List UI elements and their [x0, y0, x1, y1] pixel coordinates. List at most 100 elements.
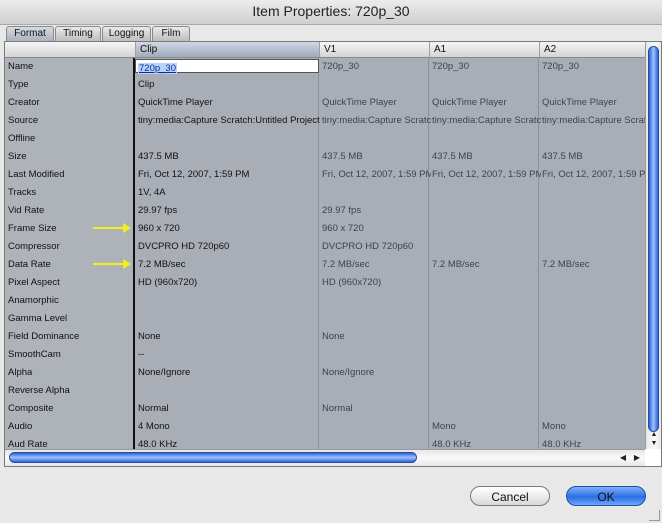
a2-cell[interactable]	[539, 310, 648, 328]
clip-cell[interactable]: 720p_30	[135, 58, 321, 76]
v1-cell[interactable]: QuickTime Player	[319, 94, 431, 112]
a2-cell[interactable]	[539, 400, 648, 418]
v1-cell[interactable]: None/Ignore	[319, 364, 431, 382]
a2-cell[interactable]	[539, 202, 648, 220]
v1-cell[interactable]: 720p_30	[319, 58, 431, 76]
v1-cell[interactable]: None	[319, 328, 431, 346]
horizontal-scrollbar[interactable]: ◀ ▶	[5, 449, 645, 466]
v1-cell[interactable]	[319, 184, 431, 202]
v1-cell[interactable]	[319, 130, 431, 148]
v1-cell[interactable]: DVCPRO HD 720p60	[319, 238, 431, 256]
a2-cell[interactable]	[539, 382, 648, 400]
v1-cell[interactable]: 960 x 720	[319, 220, 431, 238]
v1-cell[interactable]	[319, 382, 431, 400]
header-a2[interactable]: A2	[539, 42, 645, 57]
a1-cell[interactable]	[429, 310, 541, 328]
clip-cell[interactable]: 29.97 fps	[135, 202, 321, 220]
v1-cell[interactable]: HD (960x720)	[319, 274, 431, 292]
a2-cell[interactable]	[539, 184, 648, 202]
a1-cell[interactable]: 720p_30	[429, 58, 541, 76]
name-edit-field[interactable]: 720p_30	[135, 59, 319, 74]
a2-cell[interactable]	[539, 346, 648, 364]
v1-cell[interactable]	[319, 76, 431, 94]
v1-cell[interactable]: 29.97 fps	[319, 202, 431, 220]
clip-cell[interactable]: Normal	[135, 400, 321, 418]
a2-cell[interactable]	[539, 130, 648, 148]
scroll-up-arrow-icon[interactable]: ▲	[646, 430, 661, 439]
clip-cell[interactable]: 960 x 720	[135, 220, 321, 238]
a2-cell[interactable]: 720p_30	[539, 58, 648, 76]
a1-cell[interactable]	[429, 382, 541, 400]
tab-logging[interactable]: Logging	[102, 26, 151, 41]
clip-cell[interactable]	[135, 130, 321, 148]
v1-cell[interactable]	[319, 346, 431, 364]
ok-button[interactable]: OK	[566, 486, 646, 506]
v1-cell[interactable]: Normal	[319, 400, 431, 418]
a2-cell[interactable]: Fri, Oct 12, 2007, 1:59 PM	[539, 166, 648, 184]
a2-cell[interactable]	[539, 76, 648, 94]
a1-cell[interactable]: 437.5 MB	[429, 148, 541, 166]
cancel-button[interactable]: Cancel	[470, 486, 550, 506]
a1-cell[interactable]	[429, 274, 541, 292]
scroll-down-arrow-icon[interactable]: ▼	[646, 439, 661, 448]
a1-cell[interactable]	[429, 238, 541, 256]
v1-cell[interactable]	[319, 418, 431, 436]
a2-cell[interactable]	[539, 292, 648, 310]
clip-cell[interactable]: None/Ignore	[135, 364, 321, 382]
clip-cell[interactable]: DVCPRO HD 720p60	[135, 238, 321, 256]
a1-cell[interactable]: QuickTime Player	[429, 94, 541, 112]
tab-timing[interactable]: Timing	[55, 26, 101, 41]
a2-cell[interactable]: 7.2 MB/sec	[539, 256, 648, 274]
a2-cell[interactable]: tiny:media:Capture Scratch:Untitled Proj…	[539, 112, 648, 130]
a1-cell[interactable]	[429, 202, 541, 220]
clip-cell[interactable]: tiny:media:Capture Scratch:Untitled Proj…	[135, 112, 321, 130]
clip-cell[interactable]: HD (960x720)	[135, 274, 321, 292]
vertical-scrollbar[interactable]: ▲ ▼	[645, 42, 661, 449]
a2-cell[interactable]	[539, 328, 648, 346]
a1-cell[interactable]	[429, 400, 541, 418]
v1-cell[interactable]: tiny:media:Capture Scratch:Untitled Proj…	[319, 112, 431, 130]
a2-cell[interactable]	[539, 364, 648, 382]
a1-cell[interactable]	[429, 130, 541, 148]
header-a1[interactable]: A1	[429, 42, 539, 57]
a2-cell[interactable]	[539, 238, 648, 256]
clip-cell[interactable]: Clip	[135, 76, 321, 94]
clip-cell[interactable]: Fri, Oct 12, 2007, 1:59 PM	[135, 166, 321, 184]
scroll-left-arrow-icon[interactable]: ◀	[617, 450, 629, 466]
scroll-right-arrow-icon[interactable]: ▶	[631, 450, 643, 466]
v1-cell[interactable]: 7.2 MB/sec	[319, 256, 431, 274]
resize-grip-icon[interactable]	[649, 510, 660, 521]
v1-cell[interactable]	[319, 292, 431, 310]
header-clip[interactable]: Clip	[135, 42, 319, 57]
clip-cell[interactable]: 1V, 4A	[135, 184, 321, 202]
clip-cell[interactable]	[135, 382, 321, 400]
a1-cell[interactable]	[429, 328, 541, 346]
clip-cell[interactable]	[135, 310, 321, 328]
a1-cell[interactable]	[429, 364, 541, 382]
vertical-scroll-thumb[interactable]	[648, 46, 659, 432]
a1-cell[interactable]: Mono	[429, 418, 541, 436]
a1-cell[interactable]: tiny:media:Capture Scratch:Untitled Proj…	[429, 112, 541, 130]
tab-format[interactable]: Format	[6, 26, 54, 41]
clip-cell[interactable]: 4 Mono	[135, 418, 321, 436]
tab-film[interactable]: Film	[152, 26, 190, 41]
horizontal-scroll-thumb[interactable]	[9, 452, 417, 463]
header-v1[interactable]: V1	[319, 42, 429, 57]
clip-cell[interactable]: 437.5 MB	[135, 148, 321, 166]
a1-cell[interactable]	[429, 346, 541, 364]
a2-cell[interactable]: Mono	[539, 418, 648, 436]
a1-cell[interactable]	[429, 184, 541, 202]
a2-cell[interactable]: 437.5 MB	[539, 148, 648, 166]
a2-cell[interactable]	[539, 220, 648, 238]
a2-cell[interactable]	[539, 274, 648, 292]
a2-cell[interactable]: QuickTime Player	[539, 94, 648, 112]
clip-cell[interactable]: --	[135, 346, 321, 364]
clip-cell[interactable]	[135, 292, 321, 310]
v1-cell[interactable]	[319, 310, 431, 328]
a1-cell[interactable]: 7.2 MB/sec	[429, 256, 541, 274]
clip-cell[interactable]: None	[135, 328, 321, 346]
a1-cell[interactable]	[429, 292, 541, 310]
clip-cell[interactable]: QuickTime Player	[135, 94, 321, 112]
v1-cell[interactable]: Fri, Oct 12, 2007, 1:59 PM	[319, 166, 431, 184]
a1-cell[interactable]	[429, 76, 541, 94]
